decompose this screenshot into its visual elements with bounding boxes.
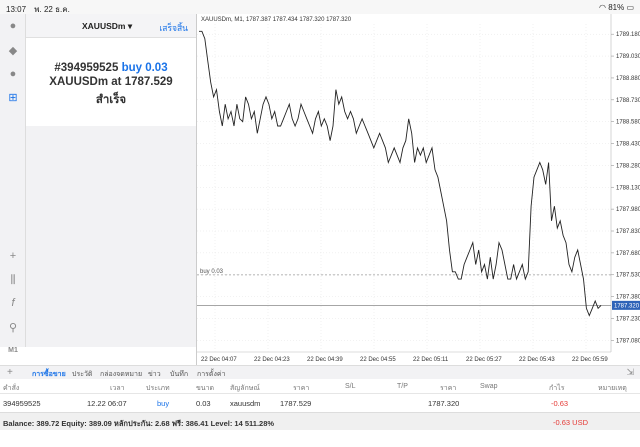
expand-icon[interactable]: ⇲ — [626, 367, 634, 378]
panel-header: XAUUSDm ▾ เสร็จสิ้น — [26, 14, 196, 38]
status-time: 13:07 — [6, 5, 27, 14]
cell-size: 0.03 — [196, 399, 211, 408]
y-tick-label: 1787.980 — [616, 207, 640, 213]
left-toolbar: ● ◆ ● ⊞ + ⫼ f ⚲ M1 — [0, 14, 26, 354]
col-size: ขนาด — [196, 385, 215, 392]
cell-symbol: xauusdm — [230, 399, 261, 408]
y-tick-label: 1787.830 — [616, 229, 640, 235]
done-button[interactable]: เสร็จสิ้น — [159, 21, 188, 35]
terminal-tabs: + การซื้อขาย ประวัติ กล่องจดหมาย ข่าว บั… — [0, 365, 640, 379]
current-price-value: 1787.320 — [614, 303, 640, 309]
cell-price: 1787.529 — [280, 399, 312, 408]
price-chart[interactable]: 1789.180 1789.030 1788.880 1788.730 1788.580… — [196, 14, 640, 365]
y-tick-label: 1787.380 — [616, 295, 640, 301]
chart-type-icon[interactable]: ⫼ — [5, 272, 21, 288]
balance-summary: Balance: 389.72 Equity: 389.09 หลักประกั… — [3, 419, 275, 428]
battery-icon: ▭ — [626, 3, 634, 12]
price-series-line — [199, 30, 602, 317]
cell-order: 394959525 — [3, 399, 41, 408]
order-price: 1787.529 — [124, 76, 173, 88]
order-action: buy 0.03 — [121, 62, 168, 74]
col-time: เวลา — [110, 385, 125, 392]
balance-bar: Balance: 389.72 Equity: 389.09 หลักประกั… — [0, 412, 640, 430]
x-tick-label: 22 Dec 04:39 — [307, 357, 343, 363]
y-tick-label: 1789.180 — [616, 32, 640, 38]
x-tick-label: 22 Dec 05:27 — [466, 357, 502, 363]
cell-current-price: 1787.320 — [428, 399, 460, 408]
order-line: #394959525 buy 0.03 — [26, 62, 196, 74]
x-tick-label: 22 Dec 04:07 — [201, 357, 237, 363]
order-level-label: buy 0.03 — [200, 269, 224, 275]
col-comment: หมายเหตุ — [598, 385, 627, 392]
y-tick-label: 1788.280 — [616, 163, 640, 169]
y-tick-label: 1788.880 — [616, 76, 640, 82]
order-price-line: XAUUSDm at 1787.529 — [49, 76, 173, 88]
tab-mailbox[interactable]: กล่องจดหมาย — [100, 369, 142, 380]
tab-settings[interactable]: การตั้งค่า — [197, 369, 226, 380]
y-tick-label: 1787.530 — [616, 273, 640, 279]
x-tick-label: 22 Dec 04:23 — [254, 357, 290, 363]
total-profit: -0.63 USD — [553, 418, 589, 427]
col-type: ประเภท — [146, 385, 170, 392]
x-tick-label: 22 Dec 05:11 — [413, 357, 449, 363]
y-tick-label: 1787.680 — [616, 251, 640, 257]
cell-type: buy — [157, 399, 170, 408]
indicator-icon[interactable]: ◆ — [5, 42, 21, 58]
x-tick-label: 22 Dec 04:55 — [360, 357, 396, 363]
timeframe-button[interactable]: M1 — [5, 342, 21, 358]
chat-icon[interactable]: ● — [5, 66, 21, 82]
tab-news[interactable]: ข่าว — [148, 369, 161, 380]
col-current-price: ราคา — [440, 385, 457, 392]
battery-level: 81% — [608, 3, 625, 12]
x-tick-label: 22 Dec 05:43 — [519, 357, 555, 363]
chart-title: XAUUSDm, M1, 1787.387 1787.434 1787.320 … — [201, 17, 352, 23]
orders-table-header: คำสั่ง เวลา ประเภท ขนาด สัญลักษณ์ ราคา S… — [0, 380, 640, 394]
col-profit: กำไร — [549, 385, 565, 392]
objects-icon[interactable]: ⚲ — [5, 319, 21, 335]
table-row[interactable]: 394959525 12.22 06:07 buy 0.03 xauusdm 1… — [0, 395, 640, 411]
order-id: #394959525 — [54, 62, 119, 74]
col-symbol: สัญลักษณ์ — [230, 385, 260, 392]
col-tp: T/P — [397, 383, 408, 390]
status-bar: 13:07 พ. 22 ธ.ค. ◠ 81% ▭ — [0, 0, 640, 14]
indicators-f-icon[interactable]: f — [5, 295, 21, 311]
tab-history[interactable]: ประวัติ — [72, 369, 92, 380]
cell-profit: -0.63 — [551, 399, 569, 408]
add-icon[interactable]: + — [7, 367, 13, 378]
col-sl: S/L — [345, 383, 356, 390]
y-tick-label: 1788.130 — [616, 185, 640, 191]
crosshair-icon[interactable]: + — [5, 248, 21, 264]
status-date: พ. 22 ธ.ค. — [34, 5, 70, 14]
y-tick-label: 1787.080 — [616, 338, 640, 344]
wifi-icon: ◠ — [598, 3, 606, 12]
tab-journal[interactable]: บันทึก — [170, 369, 188, 380]
y-tick-label: 1788.430 — [616, 142, 640, 148]
col-swap: Swap — [480, 383, 498, 390]
y-tick-label: 1788.580 — [616, 120, 640, 126]
chevron-down-icon: ▾ — [127, 21, 133, 31]
cell-time: 12.22 06:07 — [87, 399, 127, 408]
col-order: คำสั่ง — [3, 385, 20, 392]
tab-trade[interactable]: การซื้อขาย — [32, 369, 66, 380]
new-order-icon[interactable]: ⊞ — [5, 89, 21, 105]
panel-background — [26, 126, 196, 347]
symbol-selector[interactable]: XAUUSDm ▾ — [82, 21, 132, 32]
y-tick-label: 1787.230 — [616, 316, 640, 322]
chart-canvas[interactable]: 1789.180 1789.030 1788.880 1788.730 1788.580… — [197, 14, 640, 365]
col-price: ราคา — [293, 385, 310, 392]
order-result: สำเร็จ — [95, 94, 127, 106]
x-tick-label: 22 Dec 05:59 — [572, 357, 608, 363]
trade-result-panel: XAUUSDm ▾ เสร็จสิ้น #394959525 buy 0.03 … — [26, 14, 196, 126]
y-tick-label: 1788.730 — [616, 98, 640, 104]
y-tick-label: 1789.030 — [616, 54, 640, 60]
account-icon[interactable]: ● — [5, 18, 21, 34]
